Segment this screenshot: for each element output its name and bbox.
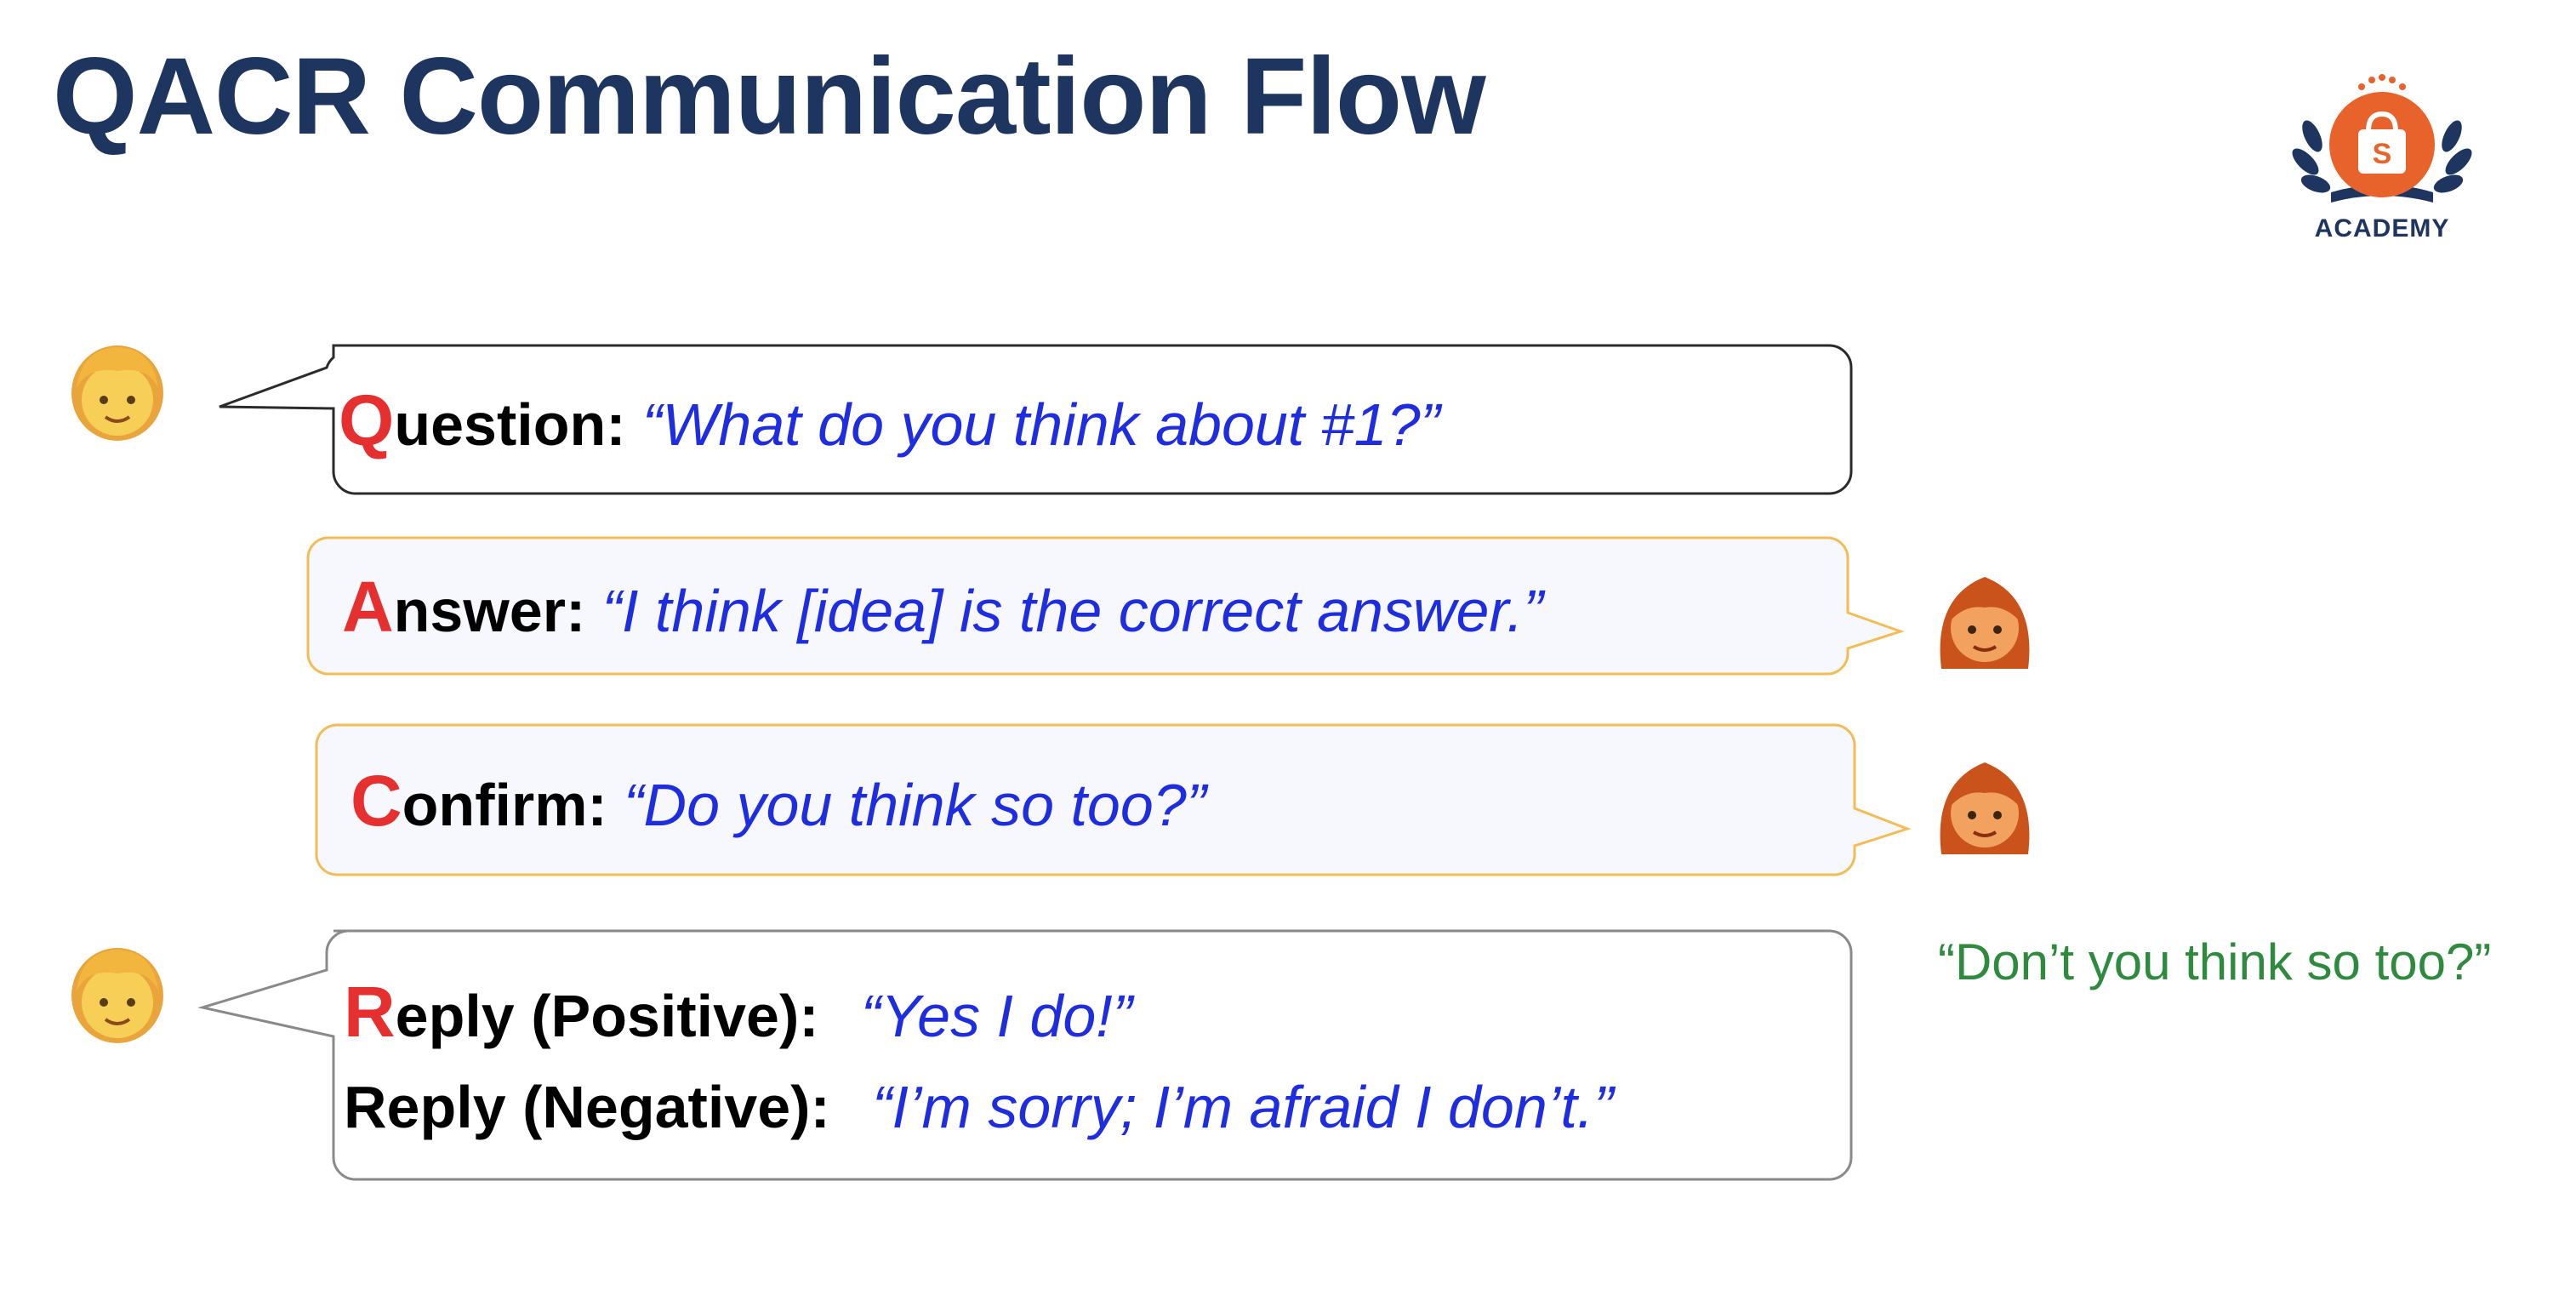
answer-quote: “I think [idea] is the correct answer.” bbox=[601, 577, 1543, 644]
reply-negative-label: Reply (Negative): bbox=[344, 1074, 830, 1141]
question-quote: “What do you think about #1?” bbox=[642, 391, 1440, 458]
initial-a: A bbox=[342, 566, 394, 647]
reply-negative-quote: “I’m sorry; I’m afraid I don’t.” bbox=[872, 1074, 1614, 1141]
academy-logo: S ACADEMY bbox=[2280, 68, 2484, 255]
confirm-label: onfirm: bbox=[402, 771, 607, 838]
woman-avatar-icon bbox=[1940, 762, 2030, 854]
woman-avatar-icon bbox=[1940, 577, 2030, 669]
answer-label: nswer: bbox=[393, 577, 586, 644]
child-avatar-icon bbox=[71, 948, 163, 1043]
confirm-quote: “Do you think so too?” bbox=[624, 771, 1206, 838]
logo-academy-text: ACADEMY bbox=[2314, 214, 2450, 243]
svg-text:S: S bbox=[2373, 138, 2392, 170]
initial-r: R bbox=[344, 971, 396, 1052]
side-note: “Don’t you think so too?” bbox=[1938, 933, 2492, 990]
page-title: QACR Communication Flow bbox=[53, 36, 1486, 157]
child-avatar-icon bbox=[71, 345, 163, 441]
initial-q: Q bbox=[339, 380, 395, 460]
reply-positive-label: eply (Positive): bbox=[395, 982, 819, 1049]
reply-bubble: Reply (Positive): “Yes I do!” Reply (Neg… bbox=[197, 929, 1855, 1183]
shopping-bag-icon: S bbox=[2292, 74, 2472, 203]
question-bubble: Question: “What do you think about #1?” bbox=[218, 344, 1855, 497]
question-label: uestion: bbox=[394, 391, 626, 458]
answer-bubble: Answer: “I think [idea] is the correct a… bbox=[306, 536, 1906, 677]
reply-positive-quote: “Yes I do!” bbox=[861, 982, 1133, 1049]
initial-c: C bbox=[350, 760, 402, 841]
confirm-bubble: Confirm: “Do you think so too?” bbox=[315, 723, 1914, 878]
